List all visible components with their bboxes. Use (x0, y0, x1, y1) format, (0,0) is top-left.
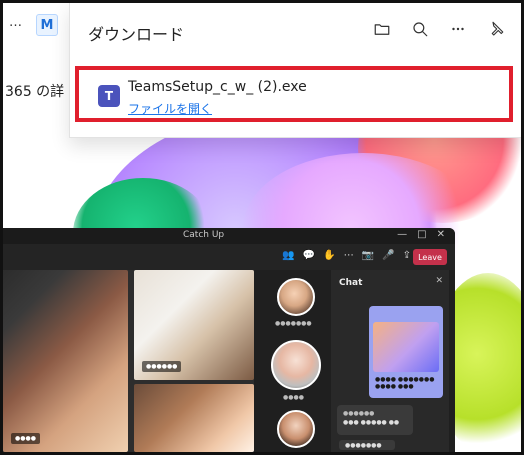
share-icon: ⇪ (402, 250, 411, 261)
chat-title: Chat (339, 278, 363, 288)
raise-hand-icon: ✋ (323, 250, 336, 261)
close-icon: ✕ (436, 229, 445, 240)
participant-label: ●●●●●● (142, 361, 182, 372)
minimize-icon: — (397, 229, 408, 240)
open-file-link[interactable]: ファイルを開く (128, 100, 212, 117)
participants-column: ●●●●●●● ●●●● (261, 270, 331, 452)
chat-message-meta: ●●●●●● (343, 410, 375, 417)
teams-window-title: Catch Up (183, 230, 225, 240)
screenshot-frame: … M 365 の詳 Catch Up — □ ✕ 👥 💬 ✋ ⋯ 📷 🎤 ⇪ … (0, 0, 524, 455)
downloads-actions (370, 17, 508, 41)
folder-icon[interactable] (370, 17, 394, 41)
downloads-panel: ダウンロード T TeamsSetup_c_w_ (2).exe ファイルを開く (69, 3, 521, 138)
video-tile: ●●●●●● (134, 270, 254, 380)
app-icon[interactable]: M (36, 14, 58, 36)
chat-message-text: ●●●●●●● (345, 442, 382, 449)
teams-meeting-toolbar: 👥 💬 ✋ ⋯ 📷 🎤 ⇪ Leave (3, 244, 455, 270)
chat-caption: ●●●● ●●●●●●● ●●●● ●●● (375, 376, 435, 390)
participant-name: ●●●● (283, 394, 304, 401)
chat-image-card: ●●●● ●●●●●●● ●●●● ●●● (369, 306, 443, 398)
mic-icon: 🎤 (382, 250, 395, 261)
participant-avatar (277, 410, 315, 448)
background-page-text: 365 の詳 (5, 84, 65, 100)
participant-label: ●●●● (11, 433, 40, 444)
teams-preview-window: Catch Up — □ ✕ 👥 💬 ✋ ⋯ 📷 🎤 ⇪ Leave ●●●● (3, 228, 455, 452)
downloads-header: ダウンロード (70, 3, 521, 59)
video-tile: ●●●● (3, 270, 128, 452)
teams-tools: 👥 💬 ✋ ⋯ 📷 🎤 ⇪ (282, 250, 411, 261)
participant-avatar (277, 278, 315, 316)
chat-message-text: ●●● ●●●●● ●● (343, 419, 400, 426)
downloads-title: ダウンロード (88, 25, 185, 44)
teams-icon: T (98, 85, 120, 107)
maximize-icon: □ (417, 229, 427, 240)
download-filename[interactable]: TeamsSetup_c_w_ (2).exe (128, 79, 307, 95)
video-grid: ●●●● ●●●●●● (3, 270, 254, 452)
chat-image (373, 322, 439, 372)
participant-avatar (271, 340, 321, 390)
chat-panel: Chat ✕ ●●●● ●●●●●●● ●●●● ●●● ●●●●●● ●●● … (331, 270, 449, 452)
teams-titlebar: Catch Up — □ ✕ (3, 228, 455, 244)
more-icon[interactable] (446, 17, 470, 41)
video-tile (134, 384, 254, 452)
search-icon[interactable] (408, 17, 432, 41)
more-icon: ⋯ (343, 250, 354, 261)
chat-message: ●●●●●● ●●● ●●●●● ●● (337, 405, 413, 435)
leave-button: Leave (413, 249, 447, 265)
people-icon: 👥 (282, 250, 295, 261)
close-icon: ✕ (435, 276, 443, 286)
pin-icon[interactable] (484, 17, 508, 41)
camera-icon: 📷 (361, 250, 375, 261)
participant-name: ●●●●●●● (275, 320, 312, 327)
chat-message: ●●●●●●● (339, 440, 395, 450)
download-item-highlight[interactable]: T TeamsSetup_c_w_ (2).exe ファイルを開く (75, 66, 513, 122)
tab-overflow-dots[interactable]: … (9, 15, 22, 30)
chat-bubble-icon: 💬 (302, 250, 316, 261)
teams-window-controls: — □ ✕ (397, 229, 445, 240)
